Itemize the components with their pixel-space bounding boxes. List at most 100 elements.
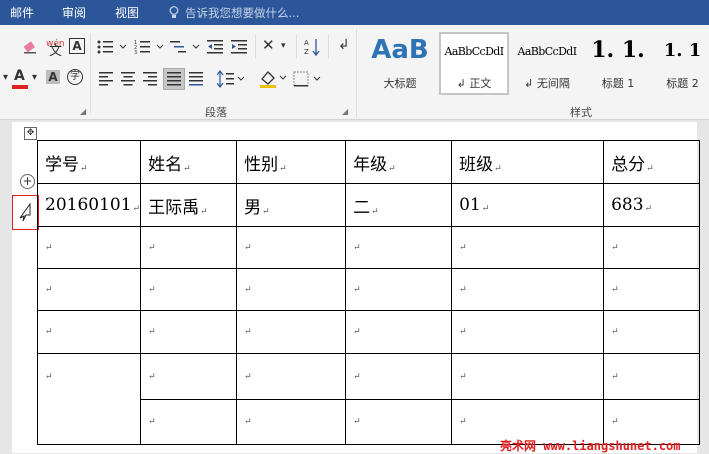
- table-cell[interactable]: 20160101↵: [36, 183, 142, 227]
- enclose-characters-icon[interactable]: 字: [67, 69, 83, 85]
- font-color-dropdown-icon[interactable]: ▾: [32, 71, 37, 85]
- styles-group-label: 样式: [570, 106, 592, 119]
- svg-text:3: 3: [134, 50, 137, 55]
- table-cell[interactable]: ↵: [140, 226, 238, 269]
- table-cell[interactable]: 王际禹↵: [140, 183, 238, 227]
- style-no-spacing[interactable]: AaBbCcDdI ↲ 无间隔: [512, 32, 582, 95]
- header-grade: 年级: [353, 154, 388, 175]
- header-gender: 性别: [244, 154, 279, 175]
- numbering-icon[interactable]: 123: [134, 39, 164, 55]
- table-cell[interactable]: ↵: [140, 353, 238, 400]
- increase-indent-icon[interactable]: [231, 39, 249, 55]
- table-cell[interactable]: ↵: [236, 353, 347, 400]
- table-cell[interactable]: 学号↵: [36, 140, 142, 184]
- character-shading-icon[interactable]: A: [46, 70, 60, 84]
- align-right-icon[interactable]: [143, 72, 159, 86]
- tab-mailings[interactable]: 邮件: [10, 4, 34, 21]
- svg-text:A: A: [304, 39, 309, 47]
- shading-icon[interactable]: [259, 69, 287, 89]
- table-cell[interactable]: ↵: [345, 310, 453, 354]
- chinese-layout-dropdown-icon[interactable]: ▾: [281, 39, 286, 53]
- table-cell[interactable]: ↵: [140, 399, 238, 445]
- ribbon-tabs-bar: 邮件 审阅 视图 告诉我您想要做什么...: [0, 0, 709, 25]
- header-name: 姓名: [148, 154, 183, 175]
- table-cell[interactable]: ↵: [451, 268, 605, 311]
- table-cell[interactable]: 男↵: [236, 183, 347, 227]
- header-class: 班级: [459, 154, 494, 175]
- cell-grade: 二: [353, 197, 371, 218]
- table-cell[interactable]: 总分↵: [603, 140, 701, 184]
- justify-button[interactable]: [163, 68, 185, 90]
- style-big-title[interactable]: AaB 大标题: [366, 32, 434, 95]
- cell-class: 01: [459, 195, 481, 215]
- table-cell[interactable]: ↵: [236, 399, 347, 445]
- table-cell[interactable]: 性别↵: [236, 140, 347, 184]
- table-cell[interactable]: 683↵: [603, 183, 701, 227]
- ribbon: wén 文 A 123 ✕ ▾ AZ ↲ ▾ A ▾ A 字 段落 ◢ ◢ Aa…: [0, 25, 709, 120]
- table-cell[interactable]: ↵: [603, 353, 701, 400]
- chinese-layout-icon[interactable]: ✕: [262, 38, 275, 53]
- font-dialog-launcher-icon[interactable]: ◢: [80, 107, 86, 116]
- show-marks-icon[interactable]: ↲: [338, 38, 350, 52]
- tell-me-box[interactable]: 告诉我您想要做什么...: [185, 5, 299, 21]
- watermark: 亮术网 www.liangshunet.com: [500, 439, 681, 453]
- phonetic-guide-icon[interactable]: 文: [49, 45, 62, 59]
- style-heading-1[interactable]: 1. 1. 标题 1: [585, 32, 651, 95]
- table-cell[interactable]: 年级↵: [345, 140, 453, 184]
- table-cell[interactable]: ↵: [36, 310, 142, 354]
- cell-student-id: 20160101: [45, 195, 132, 215]
- dropdown-arrow-icon[interactable]: ▾: [3, 71, 8, 85]
- table-cell[interactable]: ↵: [236, 268, 347, 311]
- style-heading-2[interactable]: 1. 1 标题 2: [656, 32, 709, 95]
- svg-text:Z: Z: [304, 48, 309, 56]
- table-cell[interactable]: ↵: [36, 226, 142, 269]
- paragraph-group-label: 段落: [205, 106, 227, 119]
- table-cell[interactable]: ↵: [603, 226, 701, 269]
- table-move-handle-icon[interactable]: ✥: [24, 127, 37, 140]
- table-cell[interactable]: ↵: [345, 399, 453, 445]
- insert-row-plus-icon[interactable]: +: [20, 174, 35, 189]
- sort-icon[interactable]: AZ: [304, 37, 320, 57]
- character-border-icon[interactable]: A: [69, 38, 85, 54]
- table-row: ↵ ↵ ↵ ↵ ↵ ↵: [36, 310, 701, 354]
- table-cell[interactable]: ↵: [603, 310, 701, 354]
- student-table[interactable]: 学号↵ 姓名↵ 性别↵ 年级↵ 班级↵ 总分↵ 20160101↵ 王际禹↵ 男…: [36, 140, 701, 445]
- borders-icon[interactable]: [293, 70, 323, 88]
- style-normal[interactable]: AaBbCcDdI ↲ 正文: [439, 32, 509, 95]
- table-cell[interactable]: ↵: [451, 310, 605, 354]
- table-cell[interactable]: 01↵: [451, 183, 605, 227]
- cursor-highlight-box: [12, 195, 39, 230]
- tab-review[interactable]: 审阅: [62, 4, 86, 21]
- distributed-icon[interactable]: [189, 72, 205, 86]
- font-color-icon[interactable]: A: [14, 69, 25, 83]
- table-cell[interactable]: ↵: [345, 268, 453, 311]
- table-cell[interactable]: 姓名↵: [140, 140, 238, 184]
- tab-view[interactable]: 视图: [115, 4, 139, 21]
- table-cell[interactable]: ↵: [36, 268, 142, 311]
- table-cell[interactable]: ↵: [140, 310, 238, 354]
- font-color-swatch: [12, 85, 28, 89]
- cell-name: 王际禹: [148, 197, 200, 218]
- line-spacing-icon[interactable]: [217, 70, 245, 88]
- decrease-indent-icon[interactable]: [207, 39, 225, 55]
- merged-cell[interactable]: ↵: [36, 353, 142, 445]
- mouse-pointer-icon: [19, 203, 31, 222]
- table-cell[interactable]: 二↵: [345, 183, 453, 227]
- table-cell[interactable]: ↵: [236, 226, 347, 269]
- table-cell[interactable]: ↵: [345, 353, 453, 400]
- justify-icon: [167, 72, 181, 86]
- table-cell[interactable]: 班级↵: [451, 140, 605, 184]
- table-cell[interactable]: ↵: [236, 310, 347, 354]
- paragraph-dialog-launcher-icon[interactable]: ◢: [342, 107, 348, 116]
- align-left-icon[interactable]: [99, 72, 115, 86]
- table-cell[interactable]: ↵: [451, 226, 605, 269]
- table-cell[interactable]: ↵: [140, 268, 238, 311]
- cell-gender: 男: [244, 197, 262, 218]
- table-cell[interactable]: ↵: [451, 353, 605, 400]
- align-center-icon[interactable]: [121, 72, 137, 86]
- bullets-icon[interactable]: [97, 39, 127, 55]
- clear-formatting-icon[interactable]: [22, 38, 40, 56]
- table-cell[interactable]: ↵: [603, 268, 701, 311]
- multilevel-list-icon[interactable]: [170, 39, 200, 55]
- table-cell[interactable]: ↵: [345, 226, 453, 269]
